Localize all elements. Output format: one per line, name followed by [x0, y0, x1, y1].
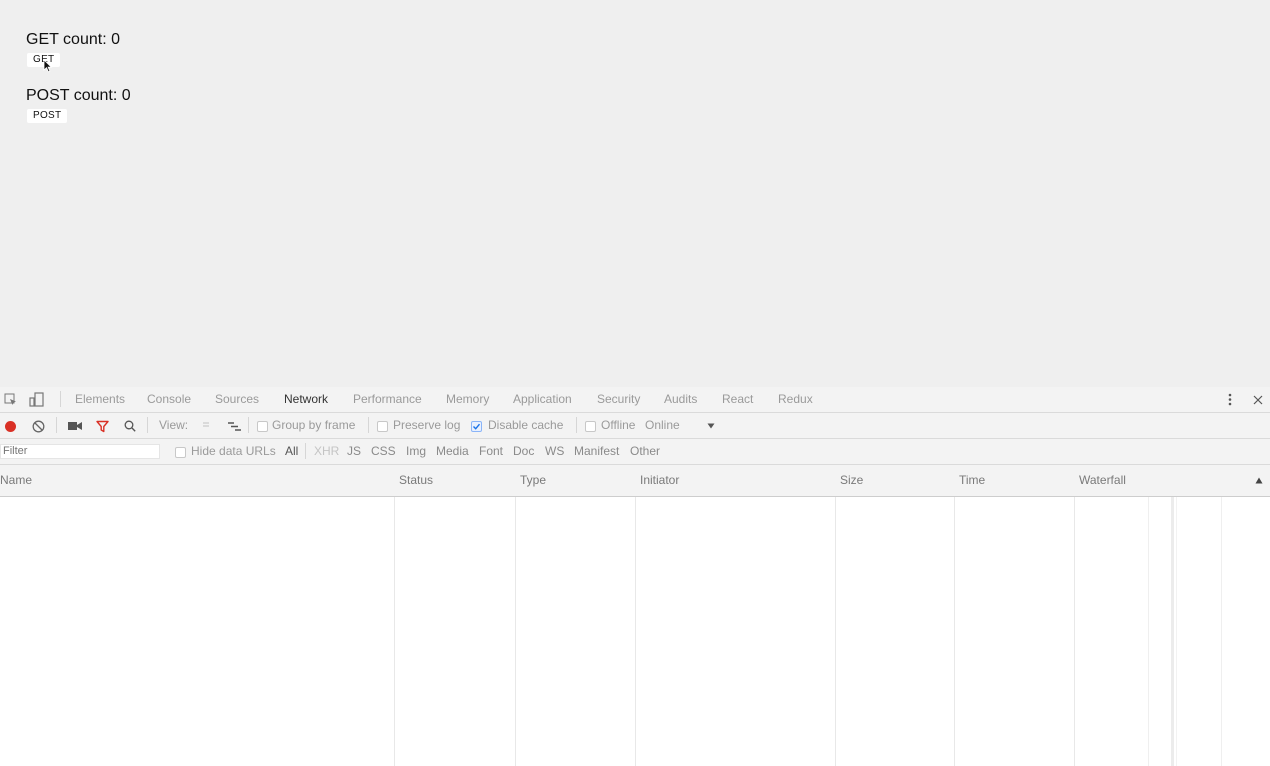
column-divider: [1074, 497, 1075, 766]
tab-audits[interactable]: Audits: [664, 387, 697, 412]
column-divider: [835, 497, 836, 766]
filter-type-font[interactable]: Font: [479, 439, 503, 464]
network-toolbar: View: Group by frame Preserve log Disabl…: [0, 413, 1270, 439]
toolbar-divider: [56, 417, 57, 433]
filter-type-other[interactable]: Other: [630, 439, 660, 464]
tab-memory[interactable]: Memory: [446, 387, 489, 412]
devtools-tabbar: Elements Console Sources Network Perform…: [0, 387, 1270, 413]
toolbar-divider: [368, 417, 369, 433]
hide-data-urls-checkbox[interactable]: [175, 447, 186, 458]
filter-divider: [305, 443, 306, 459]
offline-label: Offline: [601, 418, 636, 432]
filter-type-media[interactable]: Media: [436, 439, 469, 464]
mouse-cursor-icon: [43, 59, 53, 73]
disable-cache-label: Disable cache: [488, 418, 564, 432]
column-header-status[interactable]: Status: [399, 465, 433, 496]
column-header-size[interactable]: Size: [840, 465, 863, 496]
tab-security[interactable]: Security: [597, 387, 640, 412]
tab-console[interactable]: Console: [147, 387, 191, 412]
filter-type-css[interactable]: CSS: [371, 439, 396, 464]
filter-icon[interactable]: [95, 419, 109, 433]
preserve-log-checkbox[interactable]: [377, 421, 388, 432]
waterfall-gridline: [1221, 497, 1222, 766]
preserve-log-label: Preserve log: [393, 418, 461, 432]
filter-type-manifest[interactable]: Manifest: [574, 439, 619, 464]
large-rows-icon[interactable]: [199, 419, 213, 433]
filter-input[interactable]: [0, 444, 160, 459]
group-by-frame-label: Group by frame: [272, 418, 356, 432]
filter-type-ws[interactable]: WS: [545, 439, 564, 464]
post-count-label: POST count: 0: [26, 87, 131, 104]
dropdown-arrow-icon[interactable]: [706, 421, 716, 431]
filter-type-doc[interactable]: Doc: [513, 439, 534, 464]
tab-network[interactable]: Network: [284, 387, 328, 412]
network-filter-bar: Hide data URLs All XHR JS CSS Img Media …: [0, 439, 1270, 465]
more-options-icon[interactable]: [1224, 392, 1236, 407]
devtools-panel: Elements Console Sources Network Perform…: [0, 387, 1270, 766]
waterfall-overview-icon[interactable]: [226, 419, 242, 433]
screenshot-camera-icon[interactable]: [67, 419, 83, 433]
column-header-waterfall[interactable]: Waterfall: [1079, 465, 1126, 496]
offline-checkbox[interactable]: [585, 421, 596, 432]
tab-elements[interactable]: Elements: [75, 387, 125, 412]
get-count-label: GET count: 0: [26, 31, 120, 48]
tab-react[interactable]: React: [722, 387, 753, 412]
request-table-header: Name Status Type Initiator Size Time Wat…: [0, 465, 1270, 497]
filter-type-all[interactable]: All: [285, 439, 298, 464]
toolbar-divider: [147, 417, 148, 433]
hide-data-urls-label: Hide data URLs: [191, 444, 276, 458]
throttling-select[interactable]: Online: [645, 413, 680, 438]
tab-redux[interactable]: Redux: [778, 387, 813, 412]
column-divider: [515, 497, 516, 766]
inspect-element-icon[interactable]: [3, 392, 17, 406]
web-page: GET count: 0 GET POST count: 0 POST: [0, 0, 1270, 390]
request-table-body: [0, 497, 1270, 766]
column-divider: [635, 497, 636, 766]
record-icon[interactable]: [3, 419, 17, 433]
tab-sources[interactable]: Sources: [215, 387, 259, 412]
tabbar-divider: [60, 391, 61, 407]
toolbar-divider: [576, 417, 577, 433]
column-header-time[interactable]: Time: [959, 465, 985, 496]
close-icon[interactable]: [1251, 392, 1265, 407]
view-label: View:: [159, 418, 189, 432]
checkmark-icon: [473, 423, 481, 430]
column-divider: [394, 497, 395, 766]
post-button[interactable]: POST: [27, 109, 68, 123]
column-header-type[interactable]: Type: [520, 465, 546, 496]
toolbar-divider: [248, 417, 249, 433]
waterfall-gridline: [1148, 497, 1149, 766]
filter-type-js[interactable]: JS: [347, 439, 361, 464]
sort-ascending-icon[interactable]: [1254, 475, 1264, 485]
search-icon[interactable]: [123, 419, 137, 433]
tab-application[interactable]: Application: [513, 387, 572, 412]
disable-cache-checkbox[interactable]: [471, 421, 482, 432]
clear-icon[interactable]: [31, 419, 45, 433]
column-header-name[interactable]: Name: [0, 465, 32, 496]
column-header-initiator[interactable]: Initiator: [640, 465, 679, 496]
column-divider: [954, 497, 955, 766]
waterfall-gridline: [1171, 497, 1174, 766]
filter-type-xhr[interactable]: XHR: [314, 439, 339, 464]
waterfall-gridline: [1176, 497, 1177, 766]
device-toolbar-icon[interactable]: [29, 392, 45, 407]
filter-type-img[interactable]: Img: [406, 439, 426, 464]
tab-performance[interactable]: Performance: [353, 387, 422, 412]
group-by-frame-checkbox[interactable]: [257, 421, 268, 432]
